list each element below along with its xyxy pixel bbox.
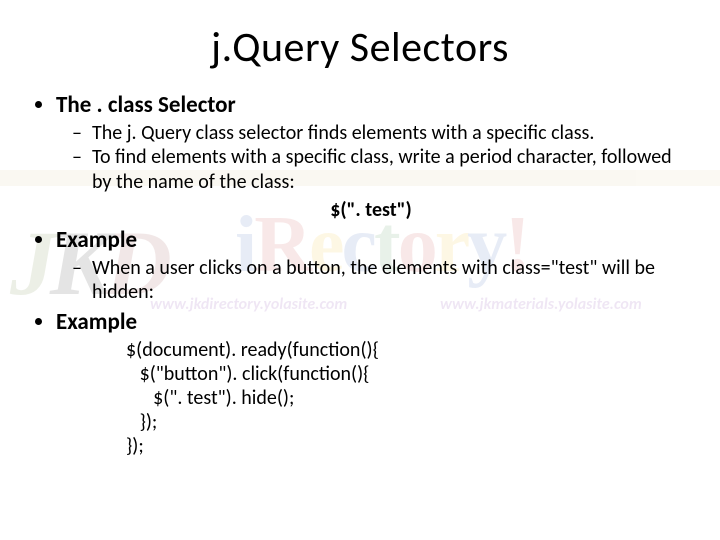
bullet-example-2: Example $(document). ready(function(){ $… (56, 308, 686, 458)
sub-list-1: The j. Query class selector finds elemen… (56, 121, 686, 194)
code-line: $(". test"). hide(); (126, 386, 294, 410)
bullet-example-1: Example When a user clicks on a button, … (56, 226, 686, 305)
code-block: $(document). ready(function(){ $("button… (126, 338, 686, 458)
slide-title: j.Query Selectors (34, 22, 686, 73)
code-line: }); (126, 410, 157, 434)
sub-item: When a user clicks on a button, the elem… (92, 256, 686, 305)
bullet-class-selector: The . class Selector The j. Query class … (56, 91, 686, 223)
bullet-label: Example (56, 308, 137, 336)
sub-list-2: When a user clicks on a button, the elem… (56, 256, 686, 305)
code-line: }); (126, 434, 144, 458)
sub-item: To find elements with a specific class, … (92, 145, 686, 194)
code-line: $(document). ready(function(){ (126, 338, 379, 362)
inline-code: $(". test") (56, 198, 686, 222)
sub-item: The j. Query class selector finds elemen… (92, 121, 686, 145)
code-line: $("button"). click(function(){ (126, 362, 369, 386)
bullet-list: The . class Selector The j. Query class … (34, 91, 686, 458)
slide-content: j.Query Selectors The . class Selector T… (0, 0, 720, 540)
bullet-label: Example (56, 226, 137, 254)
bullet-label: The . class Selector (56, 91, 236, 119)
